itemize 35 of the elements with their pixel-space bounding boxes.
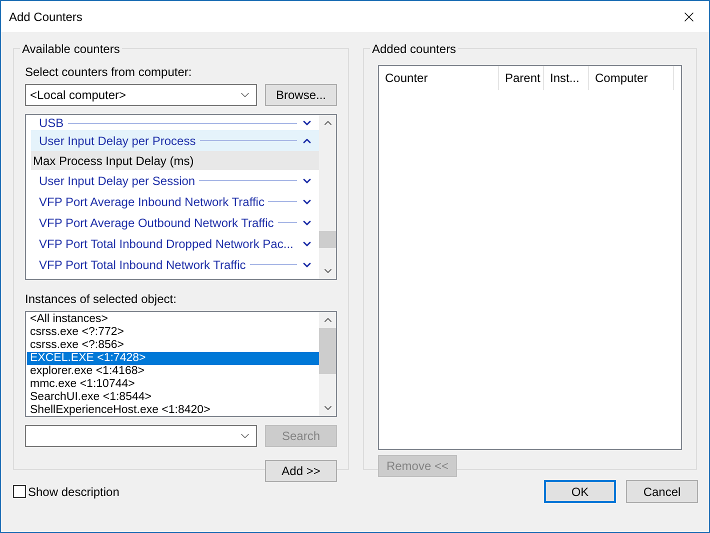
counter-object-row[interactable]: VFP Port Average Outbound Network Traffic — [31, 212, 320, 233]
counter-object-row[interactable]: USB — [31, 116, 320, 130]
show-description-checkbox[interactable] — [13, 485, 26, 498]
instance-item[interactable]: SearchUI.exe <1:8544> — [27, 391, 319, 404]
instance-item[interactable]: csrss.exe <?:772> — [27, 326, 319, 339]
instance-search-field[interactable] — [25, 425, 257, 447]
column-header[interactable]: Parent — [499, 66, 544, 90]
scroll-thumb[interactable] — [319, 231, 336, 248]
counter-row[interactable]: Max Process Input Delay (ms) — [31, 151, 320, 170]
counter-object-row[interactable]: User Input Delay per Session — [31, 170, 320, 191]
scrollbar[interactable] — [319, 312, 336, 416]
scrollbar[interactable] — [319, 115, 336, 279]
instance-item[interactable]: explorer.exe <1:4168> — [27, 365, 319, 378]
counter-object-row[interactable]: VFP Port Total Inbound Dropped Network Pac... — [31, 233, 320, 254]
window-title: Add Counters — [9, 8, 82, 26]
computer-dropdown[interactable]: <Local computer> — [25, 84, 257, 106]
column-header[interactable]: Inst... — [544, 66, 589, 90]
instance-item[interactable]: csrss.exe <?:856> — [27, 339, 319, 352]
dialog-button[interactable]: Cancel — [626, 480, 698, 503]
counter-object-row[interactable]: User Input Delay per Process — [31, 130, 320, 151]
instance-item[interactable]: mmc.exe <1:10744> — [27, 378, 319, 391]
counter-object-row[interactable]: VFP Port Total Inbound Network Traffic — [31, 254, 320, 275]
instance-item[interactable]: ShellExperienceHost.exe <1:8420> — [27, 404, 319, 417]
browse-button[interactable]: Browse... — [265, 84, 337, 106]
column-header[interactable]: Computer — [589, 66, 674, 90]
counter-object-row[interactable]: VFP Port Average Inbound Network Traffic — [31, 191, 320, 212]
dialog-button[interactable]: OK — [544, 480, 616, 503]
add-button[interactable]: Add >> — [265, 460, 337, 482]
column-header[interactable]: Counter — [379, 66, 499, 90]
computer-label: Select counters from computer: — [25, 64, 193, 81]
instance-item[interactable]: EXCEL.EXE <1:7428> — [27, 352, 319, 365]
instances-label: Instances of selected object: — [25, 291, 178, 308]
show-description-label: Show description — [28, 484, 120, 500]
instance-item[interactable]: <All instances> — [27, 313, 319, 326]
scroll-thumb[interactable] — [319, 328, 336, 374]
